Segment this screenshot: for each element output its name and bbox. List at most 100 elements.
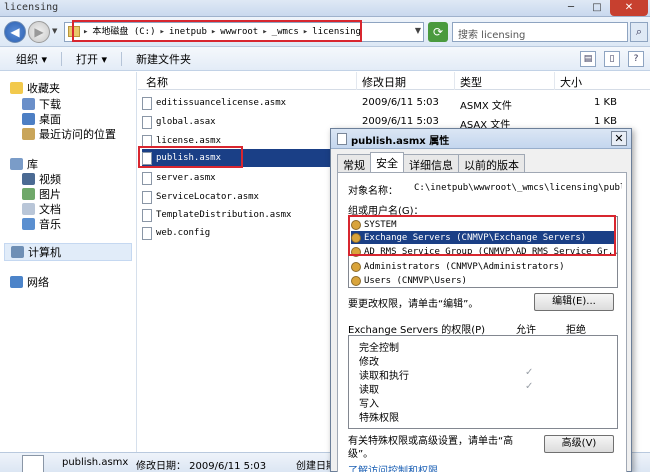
- close-button[interactable]: ✕: [610, 0, 648, 16]
- chevron-right-icon[interactable]: ▸: [160, 26, 165, 39]
- file-name: global.asax: [156, 117, 216, 127]
- user-name: Administrators (CNMVP\Administrators): [364, 261, 565, 272]
- file-row[interactable]: global.asax: [142, 113, 322, 131]
- organize-button[interactable]: 组织 ▾: [10, 49, 53, 69]
- permission-item: 读取和执行: [359, 371, 409, 382]
- user-name: Users (CNMVP\Users): [364, 275, 467, 286]
- file-type: ASMX 文件: [460, 101, 512, 112]
- file-row[interactable]: TemplateDistribution.asmx: [142, 206, 322, 224]
- file-list-header: 名称 修改日期 类型 大小: [138, 72, 650, 90]
- column-name[interactable]: 名称: [146, 74, 168, 90]
- minimize-button[interactable]: ─: [558, 0, 584, 16]
- details-file-name: publish.asmx: [62, 457, 129, 468]
- column-divider[interactable]: [356, 72, 357, 90]
- user-list-item[interactable]: Administrators (CNMVP\Administrators): [351, 260, 615, 273]
- open-button[interactable]: 打开 ▾: [70, 49, 113, 69]
- nav-desktop[interactable]: 桌面: [22, 111, 61, 127]
- details-modified: 修改日期： 2009/6/11 5:03: [136, 461, 267, 472]
- address-dropdown-icon[interactable]: ▼: [415, 26, 421, 35]
- permission-item: 写入: [359, 399, 379, 410]
- permissions-list: 完全控制 修改 读取和执行 ✓ 读取 ✓ 写入 特殊权限: [348, 335, 618, 429]
- file-row-selected[interactable]: publish.asmx: [142, 149, 330, 167]
- breadcrumb-item[interactable]: inetpub: [169, 26, 207, 39]
- dialog-close-button[interactable]: ✕: [611, 131, 627, 146]
- file-icon: [142, 208, 152, 222]
- help-icon[interactable]: ?: [628, 51, 644, 67]
- file-icon: [142, 134, 152, 148]
- user-name: AD RMS Service Group (CNMVP\AD RMS Servi…: [364, 246, 618, 257]
- file-name: server.asmx: [156, 173, 216, 183]
- view-options-icon[interactable]: ▤: [580, 51, 596, 67]
- column-divider[interactable]: [554, 72, 555, 90]
- nav-label: 收藏夹: [27, 82, 60, 95]
- nav-music[interactable]: 音乐: [22, 216, 61, 232]
- breadcrumb-item[interactable]: _wmcs: [272, 26, 299, 39]
- user-name: Exchange Servers (CNMVP\Exchange Servers…: [364, 232, 587, 243]
- preview-pane-icon[interactable]: ▯: [604, 51, 620, 67]
- column-divider[interactable]: [454, 72, 455, 90]
- learn-access-control-link[interactable]: 了解访问控制和权限: [348, 462, 438, 472]
- nav-pictures[interactable]: 图片: [22, 186, 61, 202]
- nav-label: 图片: [39, 188, 61, 201]
- nav-computer[interactable]: 计算机: [4, 243, 132, 261]
- file-row[interactable]: editissuancelicense.asmx: [142, 94, 322, 112]
- user-list-item[interactable]: SYSTEM: [351, 218, 615, 231]
- file-row[interactable]: license.asmx: [142, 132, 322, 150]
- navigation-pane: 收藏夹 下载 桌面 最近访问的位置 库 视频 图片 文档 音乐 计算机 网络: [0, 72, 137, 452]
- search-input[interactable]: 搜索 licensing: [452, 22, 628, 42]
- nav-label: 最近访问的位置: [39, 128, 116, 141]
- file-date: 2009/6/11 5:03: [362, 97, 439, 108]
- back-button[interactable]: ◀: [4, 21, 26, 43]
- nav-libraries[interactable]: 库: [10, 156, 38, 172]
- new-folder-button[interactable]: 新建文件夹: [130, 49, 197, 69]
- column-size[interactable]: 大小: [560, 74, 582, 90]
- nav-network[interactable]: 网络: [10, 274, 49, 290]
- user-list-item[interactable]: Users (CNMVP\Users): [351, 274, 615, 287]
- command-bar: 组织 ▾ 打开 ▾ 新建文件夹 ▤ ▯ ?: [0, 47, 650, 71]
- edit-button[interactable]: 编辑(E)...: [534, 293, 614, 311]
- nav-downloads[interactable]: 下载: [22, 96, 61, 112]
- user-list-item[interactable]: AD RMS Service Group (CNMVP\AD RMS Servi…: [351, 245, 618, 258]
- column-type[interactable]: 类型: [460, 74, 482, 90]
- nav-documents[interactable]: 文档: [22, 201, 61, 217]
- forward-button[interactable]: ▶: [28, 21, 50, 43]
- special-permissions-text: 有关特殊权限或高级设置，请单击“高级”。: [348, 436, 514, 460]
- chevron-right-icon[interactable]: ▸: [83, 26, 88, 39]
- videos-icon: [22, 173, 35, 185]
- deny-column-label: 拒绝: [566, 325, 586, 336]
- chevron-right-icon[interactable]: ▸: [303, 26, 308, 39]
- file-row[interactable]: ServiceLocator.asmx: [142, 188, 322, 206]
- file-row[interactable]: server.asmx: [142, 169, 322, 187]
- search-icon[interactable]: ⌕: [630, 22, 648, 42]
- file-icon: [142, 226, 152, 240]
- tab-details[interactable]: 详细信息: [403, 154, 459, 172]
- user-list[interactable]: SYSTEM Exchange Servers (CNMVP\Exchange …: [348, 216, 618, 288]
- advanced-button[interactable]: 高级(V): [544, 435, 614, 453]
- chevron-right-icon[interactable]: ▸: [262, 26, 267, 39]
- tab-general[interactable]: 常规: [337, 154, 371, 172]
- breadcrumb-item[interactable]: 本地磁盘 (C:): [92, 26, 155, 39]
- nav-recent[interactable]: 最近访问的位置: [22, 126, 116, 142]
- breadcrumb-item[interactable]: wwwroot: [220, 26, 258, 39]
- column-modified[interactable]: 修改日期: [362, 74, 406, 90]
- user-group-icon: [351, 219, 361, 230]
- address-bar[interactable]: ▸ 本地磁盘 (C:) ▸ inetpub ▸ wwwroot ▸ _wmcs …: [64, 22, 424, 42]
- nav-favorites[interactable]: 收藏夹: [10, 80, 60, 96]
- file-name: publish.asmx: [156, 153, 222, 163]
- nav-videos[interactable]: 视频: [22, 171, 61, 187]
- breadcrumb-item[interactable]: licensing: [312, 26, 361, 39]
- refresh-icon[interactable]: ⟳: [428, 22, 448, 42]
- file-row[interactable]: web.config: [142, 224, 322, 242]
- user-group-icon: [351, 261, 361, 272]
- breadcrumb: ▸ 本地磁盘 (C:) ▸ inetpub ▸ wwwroot ▸ _wmcs …: [83, 26, 361, 39]
- history-dropdown-icon[interactable]: ▼: [52, 27, 57, 35]
- file-icon: [142, 115, 152, 129]
- libraries-icon: [10, 158, 23, 170]
- chevron-right-icon[interactable]: ▸: [211, 26, 216, 39]
- tab-previous-versions[interactable]: 以前的版本: [458, 154, 525, 172]
- permission-item: 特殊权限: [359, 413, 399, 424]
- user-list-item-selected[interactable]: Exchange Servers (CNMVP\Exchange Servers…: [351, 231, 615, 244]
- tab-security[interactable]: 安全: [370, 152, 404, 172]
- maximize-button[interactable]: □: [584, 0, 610, 16]
- permissions-label: Exchange Servers 的权限(P): [348, 325, 486, 336]
